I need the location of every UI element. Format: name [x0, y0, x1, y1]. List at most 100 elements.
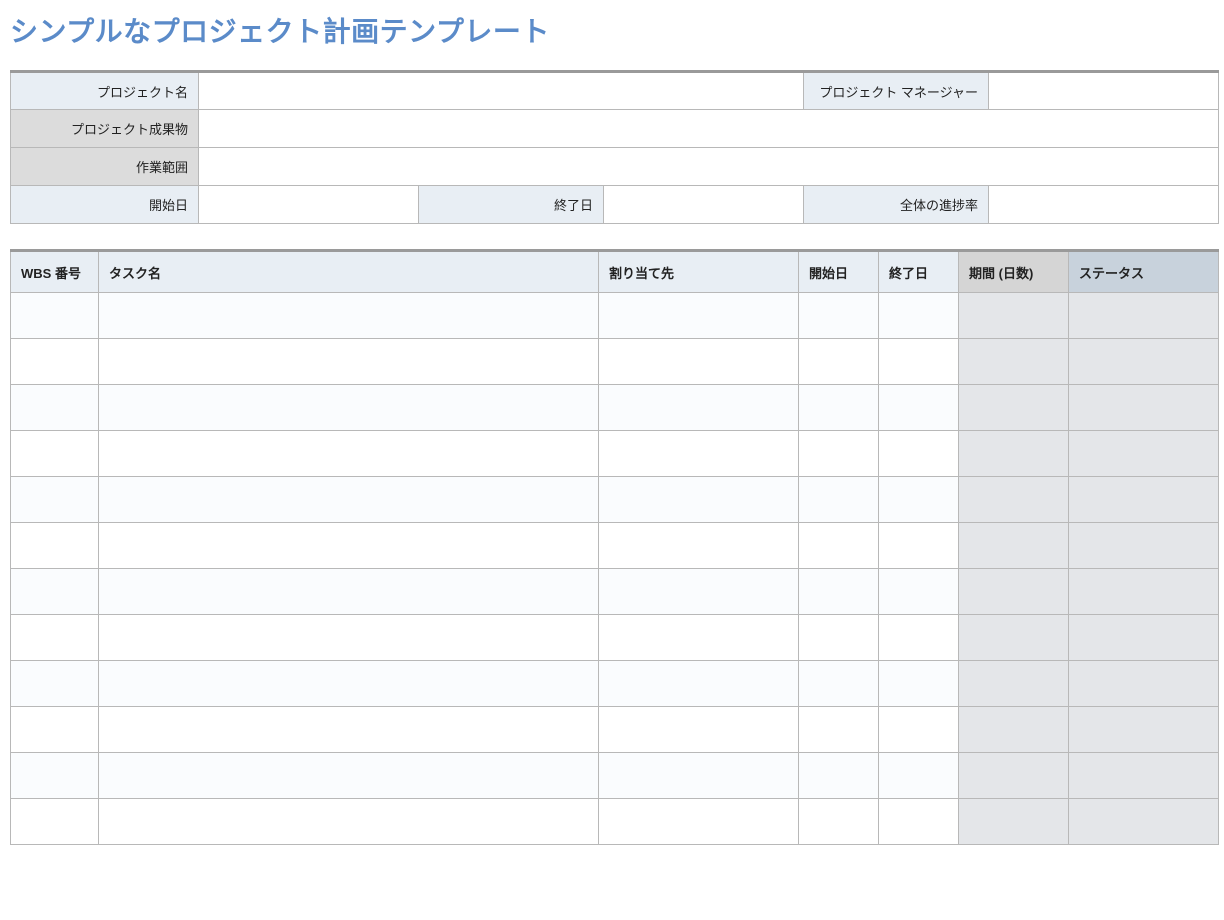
task-end-input[interactable] — [879, 753, 958, 798]
task-duration-input[interactable] — [959, 339, 1068, 384]
progress-input[interactable] — [989, 186, 1218, 223]
task-wbs-input[interactable] — [11, 569, 98, 614]
task-end-input[interactable] — [879, 661, 958, 706]
task-duration-input[interactable] — [959, 431, 1068, 476]
task-duration-input[interactable] — [959, 569, 1068, 614]
task-wbs-input[interactable] — [11, 661, 98, 706]
task-assignee-input[interactable] — [599, 753, 798, 798]
task-assignee-input[interactable] — [599, 477, 798, 522]
task-duration-input[interactable] — [959, 477, 1068, 522]
task-task-input[interactable] — [99, 661, 598, 706]
table-row — [11, 523, 1219, 569]
task-wbs-input[interactable] — [11, 339, 98, 384]
task-assignee-input[interactable] — [599, 339, 798, 384]
task-task-input[interactable] — [99, 339, 598, 384]
task-status-input[interactable] — [1069, 661, 1218, 706]
task-status-input[interactable] — [1069, 569, 1218, 614]
task-task-input[interactable] — [99, 615, 598, 660]
task-wbs-input[interactable] — [11, 385, 98, 430]
task-task-input[interactable] — [99, 569, 598, 614]
task-duration-input[interactable] — [959, 523, 1068, 568]
task-duration-input[interactable] — [959, 615, 1068, 660]
task-duration-input[interactable] — [959, 707, 1068, 752]
task-task-input[interactable] — [99, 753, 598, 798]
task-end-input[interactable] — [879, 385, 958, 430]
task-duration-input[interactable] — [959, 753, 1068, 798]
task-status-input[interactable] — [1069, 431, 1218, 476]
task-assignee-input[interactable] — [599, 293, 798, 338]
task-start-input[interactable] — [799, 569, 878, 614]
task-wbs-input[interactable] — [11, 799, 98, 844]
task-end-input[interactable] — [879, 569, 958, 614]
task-end-input[interactable] — [879, 707, 958, 752]
project-info-table: プロジェクト名 プロジェクト マネージャー プロジェクト成果物 作業範囲 開始日… — [10, 70, 1219, 224]
task-status-input[interactable] — [1069, 477, 1218, 522]
scope-input[interactable] — [199, 148, 1218, 185]
task-duration-input[interactable] — [959, 293, 1068, 338]
task-assignee-input[interactable] — [599, 707, 798, 752]
task-status-input[interactable] — [1069, 385, 1218, 430]
task-wbs-input[interactable] — [11, 523, 98, 568]
project-name-input[interactable] — [199, 73, 803, 109]
task-assignee-input[interactable] — [599, 615, 798, 660]
task-end-input[interactable] — [879, 615, 958, 660]
task-end-input[interactable] — [879, 523, 958, 568]
task-status-input[interactable] — [1069, 523, 1218, 568]
task-task-input[interactable] — [99, 799, 598, 844]
task-duration-input[interactable] — [959, 385, 1068, 430]
task-assignee-input[interactable] — [599, 799, 798, 844]
task-task-input[interactable] — [99, 385, 598, 430]
col-wbs: WBS 番号 — [11, 251, 99, 293]
task-wbs-input[interactable] — [11, 293, 98, 338]
task-end-input[interactable] — [879, 799, 958, 844]
end-date-input[interactable] — [604, 186, 803, 223]
task-status-input[interactable] — [1069, 753, 1218, 798]
task-start-input[interactable] — [799, 707, 878, 752]
task-end-input[interactable] — [879, 293, 958, 338]
task-assignee-input[interactable] — [599, 431, 798, 476]
task-wbs-input[interactable] — [11, 477, 98, 522]
task-start-input[interactable] — [799, 615, 878, 660]
project-manager-input[interactable] — [989, 73, 1218, 109]
task-end-input[interactable] — [879, 477, 958, 522]
task-duration-input[interactable] — [959, 661, 1068, 706]
task-task-input[interactable] — [99, 293, 598, 338]
task-task-input[interactable] — [99, 523, 598, 568]
task-assignee-input[interactable] — [599, 569, 798, 614]
task-start-input[interactable] — [799, 477, 878, 522]
task-end-input[interactable] — [879, 431, 958, 476]
task-start-input[interactable] — [799, 339, 878, 384]
col-start: 開始日 — [799, 251, 879, 293]
task-wbs-input[interactable] — [11, 707, 98, 752]
task-start-input[interactable] — [799, 799, 878, 844]
task-status-input[interactable] — [1069, 293, 1218, 338]
task-task-input[interactable] — [99, 707, 598, 752]
task-wbs-input[interactable] — [11, 615, 98, 660]
task-task-input[interactable] — [99, 477, 598, 522]
task-status-input[interactable] — [1069, 799, 1218, 844]
task-wbs-input[interactable] — [11, 753, 98, 798]
progress-label: 全体の進捗率 — [804, 186, 989, 224]
table-row — [11, 799, 1219, 845]
task-task-input[interactable] — [99, 431, 598, 476]
task-start-input[interactable] — [799, 661, 878, 706]
start-date-input[interactable] — [199, 186, 418, 223]
task-wbs-input[interactable] — [11, 431, 98, 476]
task-start-input[interactable] — [799, 431, 878, 476]
task-start-input[interactable] — [799, 753, 878, 798]
col-assignee: 割り当て先 — [599, 251, 799, 293]
task-assignee-input[interactable] — [599, 523, 798, 568]
task-assignee-input[interactable] — [599, 661, 798, 706]
task-end-input[interactable] — [879, 339, 958, 384]
task-start-input[interactable] — [799, 293, 878, 338]
task-start-input[interactable] — [799, 523, 878, 568]
table-row — [11, 477, 1219, 523]
task-status-input[interactable] — [1069, 707, 1218, 752]
deliverable-input[interactable] — [199, 110, 1218, 147]
task-status-input[interactable] — [1069, 615, 1218, 660]
task-duration-input[interactable] — [959, 799, 1068, 844]
task-status-input[interactable] — [1069, 339, 1218, 384]
table-row — [11, 753, 1219, 799]
task-assignee-input[interactable] — [599, 385, 798, 430]
task-start-input[interactable] — [799, 385, 878, 430]
